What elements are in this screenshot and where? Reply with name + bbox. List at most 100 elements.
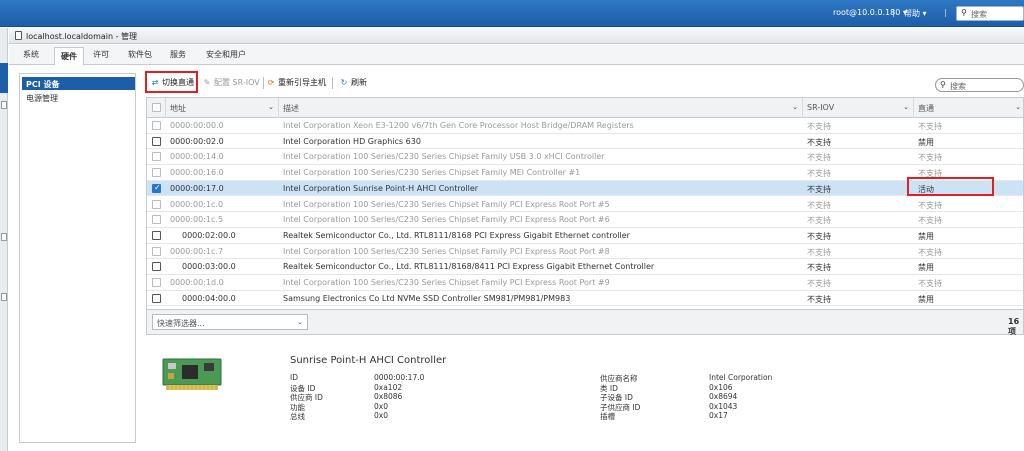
description-cell: Intel Corporation 100 Series/C230 Series… — [283, 199, 610, 209]
table-row[interactable]: 0000:00:1c.5 Intel Corporation 100 Series… — [147, 212, 1023, 228]
passthrough-cell: 不支持 — [918, 216, 942, 226]
column-label: 直通 — [918, 104, 934, 113]
column-header-description[interactable]: 描述 ⌄ — [279, 98, 803, 118]
reboot-host-label: 重新引导主机 — [278, 78, 326, 87]
row-select-cell[interactable] — [147, 181, 166, 196]
sriov-cell: 不支持 — [807, 137, 831, 147]
description-cell: Intel Corporation 100 Series/C230 Series… — [283, 278, 610, 287]
tab-security-users[interactable]: 安全和用户 — [206, 49, 246, 60]
table-row[interactable]: 0000:03:00.0 Realtek Semiconductor Co., L… — [147, 259, 1023, 275]
quick-filter-dropdown[interactable]: 快速筛选器... ⌄ — [152, 314, 308, 330]
global-search-input[interactable]: ⚲ 搜索 — [956, 6, 1024, 21]
address-cell: 0000:04:00.0 — [182, 293, 236, 303]
row-checkbox[interactable] — [152, 293, 161, 303]
help-menu[interactable]: 帮助 ▾ — [904, 8, 927, 19]
description-cell: Realtek Semiconductor Co., Ltd. RTL8111/… — [283, 230, 630, 240]
select-all-header[interactable] — [147, 98, 166, 118]
row-select-cell[interactable] — [147, 259, 166, 274]
table-row[interactable]: 0000:00:02.0 Intel Corporation HD Graphic… — [147, 134, 1023, 150]
refresh-icon: ↻ — [340, 78, 348, 87]
row-select-cell[interactable] — [147, 291, 166, 306]
detail-key: 总线 — [290, 412, 305, 422]
detail-key: ID — [290, 373, 298, 382]
refresh-label: 刷新 — [351, 78, 367, 87]
row-checkbox[interactable] — [152, 278, 161, 287]
reboot-host-button[interactable]: ⟳ 重新引导主机 — [266, 77, 326, 88]
row-checkbox[interactable] — [152, 215, 161, 225]
table-row[interactable]: 0000:00:1c.0 Intel Corporation 100 Series… — [147, 197, 1023, 213]
hardware-sidebar: PCI 设备 电源管理 — [19, 73, 136, 443]
row-checkbox[interactable] — [152, 136, 161, 146]
row-select-cell[interactable] — [147, 118, 166, 133]
row-select-cell[interactable] — [147, 212, 166, 227]
row-checkbox[interactable] — [152, 230, 161, 240]
row-checkbox[interactable] — [152, 199, 161, 209]
address-cell: 0000:00:00.0 — [170, 121, 224, 130]
configure-sriov-button[interactable]: ✎ 配置 SR-IOV — [202, 77, 260, 88]
row-checkbox[interactable] — [152, 168, 161, 178]
navigator-active-marker — [0, 63, 8, 93]
table-row[interactable]: 0000:00:1d.0 Intel Corporation 100 Series… — [147, 275, 1023, 291]
tab-packages[interactable]: 软件包 — [128, 49, 152, 60]
sidebar-item-pci-devices[interactable]: PCI 设备 — [22, 77, 135, 90]
description-cell: Intel Corporation 100 Series/C230 Series… — [283, 152, 605, 162]
row-checkbox[interactable] — [152, 246, 161, 256]
chevron-down-icon[interactable]: ⌄ — [792, 103, 798, 111]
column-header-sriov[interactable]: SR-IOV ⌄ — [803, 98, 914, 118]
table-row[interactable]: 0000:00:16.0 Intel Corporation 100 Series… — [147, 165, 1023, 181]
pencil-icon: ✎ — [203, 78, 211, 87]
navigator-handle-icon[interactable] — [1, 101, 7, 109]
sriov-cell: 不支持 — [807, 247, 831, 257]
row-select-cell[interactable] — [147, 149, 166, 164]
reboot-icon: ⟳ — [267, 78, 275, 87]
table-row[interactable]: 0000:00:00.0 Intel Corporation Xeon E3-12… — [147, 118, 1023, 134]
sriov-cell: 不支持 — [807, 153, 831, 163]
select-all-checkbox[interactable] — [152, 103, 161, 112]
row-select-cell[interactable] — [147, 275, 166, 290]
table-row[interactable]: 0000:00:1c.7 Intel Corporation 100 Series… — [147, 244, 1023, 260]
navigator-handle-icon[interactable] — [1, 233, 7, 241]
sriov-cell: 不支持 — [807, 231, 831, 241]
chevron-down-icon[interactable]: ⌄ — [1015, 103, 1021, 111]
table-row[interactable]: 0000:04:00.0 Samsung Electronics Co Ltd N… — [147, 291, 1023, 307]
column-label: SR-IOV — [807, 103, 835, 112]
navigator-handle-icon[interactable] — [1, 293, 7, 301]
row-select-cell[interactable] — [147, 228, 166, 243]
tab-license[interactable]: 许可 — [93, 49, 109, 60]
sidebar-item-power-management[interactable]: 电源管理 — [22, 91, 135, 104]
row-select-cell[interactable] — [147, 244, 166, 259]
row-select-cell[interactable] — [147, 197, 166, 212]
tab-system[interactable]: 系统 — [23, 49, 39, 60]
sriov-cell: 不支持 — [807, 169, 831, 179]
row-checkbox[interactable] — [152, 183, 161, 193]
passthrough-cell: 不支持 — [918, 200, 942, 210]
top-bar: root@10.0.0.180 ▾ | 帮助 ▾ | ⚲ 搜索 — [0, 0, 1024, 27]
configure-sriov-label: 配置 SR-IOV — [214, 78, 260, 87]
detail-value: 0000:00:17.0 — [374, 373, 425, 382]
table-row[interactable]: 0000:00:17.0 Intel Corporation Sunrise Po… — [147, 180, 1023, 197]
column-header-passthrough[interactable]: 直通 ⌄ — [914, 98, 1023, 118]
sriov-cell: 不支持 — [807, 200, 831, 210]
detail-value: Intel Corporation — [709, 373, 773, 382]
row-select-cell[interactable] — [147, 165, 166, 180]
chevron-down-icon[interactable]: ⌄ — [268, 103, 274, 111]
row-checkbox[interactable] — [152, 152, 161, 162]
detail-value: 0x0 — [374, 411, 388, 421]
passthrough-cell: 禁用 — [918, 263, 934, 273]
row-select-cell[interactable] — [147, 134, 166, 149]
column-header-address[interactable]: 地址 ⌄ — [166, 98, 279, 118]
search-placeholder: 搜索 — [971, 10, 987, 19]
chevron-down-icon[interactable]: ⌄ — [903, 103, 909, 111]
table-row[interactable]: 0000:02:00.0 Realtek Semiconductor Co., L… — [147, 228, 1023, 244]
row-checkbox[interactable] — [152, 121, 161, 130]
tab-services[interactable]: 服务 — [170, 49, 186, 60]
detail-value: 0x8086 — [374, 392, 403, 402]
device-search-input[interactable]: ⚲ 搜索 — [935, 78, 1024, 92]
table-row[interactable]: 0000:00:14.0 Intel Corporation 100 Series… — [147, 149, 1023, 166]
refresh-button[interactable]: ↻ 刷新 — [339, 77, 367, 88]
row-checkbox[interactable] — [152, 262, 161, 272]
tab-hardware[interactable]: 硬件 — [54, 47, 84, 66]
user-menu[interactable]: root@10.0.0.180 ▾ — [833, 8, 907, 17]
address-cell: 0000:00:1c.5 — [170, 215, 224, 225]
highlight-box-toggle-passthrough — [145, 71, 198, 93]
